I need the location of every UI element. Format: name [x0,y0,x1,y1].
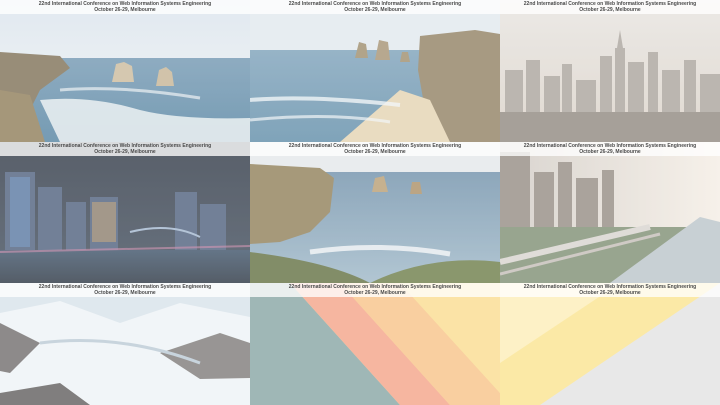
slide-tile-coast-beach[interactable]: 22nd International Conference on Web Inf… [250,0,500,142]
slide-tile-snow-peaks[interactable]: 22nd International Conference on Web Inf… [0,283,250,405]
conference-dates: October 26-29, Melbourne [579,7,641,13]
slide-header: 22nd International Conference on Web Inf… [500,0,720,14]
conference-dates: October 26-29, Melbourne [94,149,156,155]
slide-tile-city-river[interactable]: 22nd International Conference on Web Inf… [500,142,720,283]
slide-header: 22nd International Conference on Web Inf… [0,142,250,156]
slide-thumbnail-grid: 22nd International Conference on Web Inf… [0,0,720,405]
conference-dates: October 26-29, Melbourne [579,149,641,155]
slide-tile-stripes[interactable]: 22nd International Conference on Web Inf… [250,283,500,405]
diagonal-stripes-graphic [250,283,500,405]
conference-dates: October 26-29, Melbourne [94,7,156,13]
conference-dates: October 26-29, Melbourne [579,290,641,296]
slide-header: 22nd International Conference on Web Inf… [250,0,500,14]
conference-dates: October 26-29, Melbourne [344,149,406,155]
slide-tile-city-day[interactable]: 22nd International Conference on Web Inf… [500,0,720,142]
yellow-triangle-graphic [500,283,720,405]
slide-header: 22nd International Conference on Web Inf… [0,283,250,297]
slide-tile-city-night[interactable]: 22nd International Conference on Web Inf… [0,142,250,283]
slide-header: 22nd International Conference on Web Inf… [0,0,250,14]
conference-dates: October 26-29, Melbourne [94,290,156,296]
slide-tile-yellow-triangle[interactable]: 22nd International Conference on Web Inf… [500,283,720,405]
slide-header: 22nd International Conference on Web Inf… [500,142,720,156]
conference-dates: October 26-29, Melbourne [344,7,406,13]
slide-tile-coast-rocks[interactable]: 22nd International Conference on Web Inf… [0,0,250,142]
slide-header: 22nd International Conference on Web Inf… [250,283,500,297]
slide-header: 22nd International Conference on Web Inf… [500,283,720,297]
conference-dates: October 26-29, Melbourne [344,290,406,296]
slide-tile-apostles[interactable]: 22nd International Conference on Web Inf… [250,142,500,283]
slide-header: 22nd International Conference on Web Inf… [250,142,500,156]
